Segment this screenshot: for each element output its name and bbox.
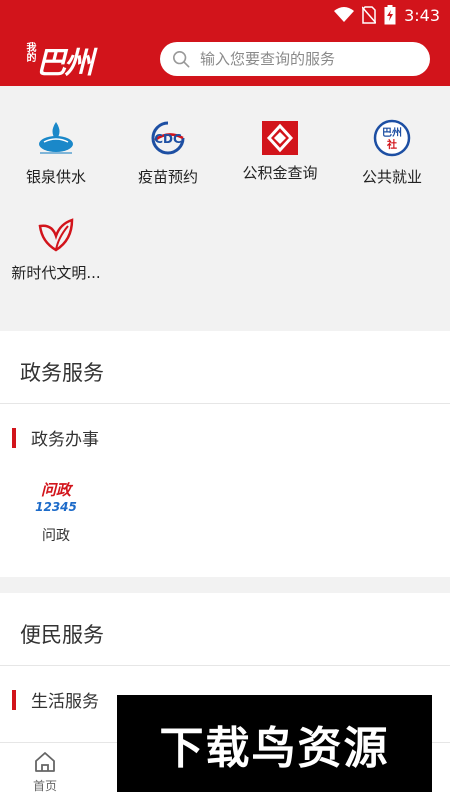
cdc-icon: CDC xyxy=(148,118,188,158)
subsection-label: 生活服务 xyxy=(31,692,99,712)
gov-services-section: 政务服务 政务办事 问政 12345 问政 xyxy=(0,331,450,577)
app-label: 疫苗预约 xyxy=(137,168,198,186)
housing-fund-icon xyxy=(260,118,300,158)
section-title: 便民服务 xyxy=(20,623,104,647)
header: 我的 巴州 xyxy=(0,32,450,86)
search-input[interactable] xyxy=(200,50,420,68)
employment-icon: 巴州社 xyxy=(372,118,412,158)
subsection-title: 政务办事 xyxy=(12,425,99,450)
app-label: 公积金查询 xyxy=(242,164,318,182)
app-label: 新时代文明... xyxy=(11,264,101,282)
section-title: 政务服务 xyxy=(20,361,104,385)
app-civilization[interactable]: 新时代文明... xyxy=(0,214,112,283)
app-vaccine-booking[interactable]: CDC 疫苗预约 xyxy=(112,118,224,187)
home-icon xyxy=(35,752,55,772)
app-label: 银泉供水 xyxy=(25,168,86,186)
logo-big-text: 巴州 xyxy=(36,46,94,81)
quick-apps-grid: 银泉供水 CDC 疫苗预约 公积金查询 巴州社 公共就业 新时代文明... xyxy=(0,86,450,331)
accent-bar xyxy=(12,689,16,710)
search-box[interactable] xyxy=(160,42,430,76)
watermark-overlay: 下载鸟资源 xyxy=(117,695,432,792)
clock: 3:43 xyxy=(404,5,440,25)
water-drop-icon xyxy=(36,118,76,158)
service-wenzheng[interactable]: 问政 12345 问政 xyxy=(31,479,81,545)
battery-charging-icon xyxy=(384,5,396,25)
divider xyxy=(0,665,450,666)
service-label: 问政 xyxy=(42,528,70,544)
app-logo: 我的 巴州 xyxy=(22,38,102,81)
wenzheng-logo-text: 问政 xyxy=(41,481,74,499)
logo-small-text: 我的 xyxy=(24,42,35,62)
subsection-label: 政务办事 xyxy=(31,430,99,450)
svg-text:社: 社 xyxy=(386,138,397,151)
app-label: 公共就业 xyxy=(361,168,422,186)
divider xyxy=(0,403,450,404)
wenzheng-logo-icon: 问政 12345 xyxy=(35,481,77,514)
wifi-icon xyxy=(334,7,355,22)
status-icons: 3:43 xyxy=(334,5,440,25)
search-icon xyxy=(172,50,190,68)
status-bar: 3:43 xyxy=(0,0,450,32)
accent-bar xyxy=(12,427,16,448)
app-public-employment[interactable]: 巴州社 公共就业 xyxy=(336,118,448,187)
leaf-icon xyxy=(36,214,76,254)
tab-home[interactable]: 首页 xyxy=(0,743,90,800)
subsection-title: 生活服务 xyxy=(12,687,99,712)
wenzheng-logo-number: 12345 xyxy=(35,500,77,514)
section-gap xyxy=(0,577,450,593)
svg-text:CDC: CDC xyxy=(154,132,182,146)
tab-label: 首页 xyxy=(32,779,57,793)
svg-text:巴州: 巴州 xyxy=(382,127,402,139)
app-housing-fund[interactable]: 公积金查询 xyxy=(224,118,336,183)
app-yinquan-water[interactable]: 银泉供水 xyxy=(0,118,112,187)
no-sim-icon xyxy=(362,6,377,24)
